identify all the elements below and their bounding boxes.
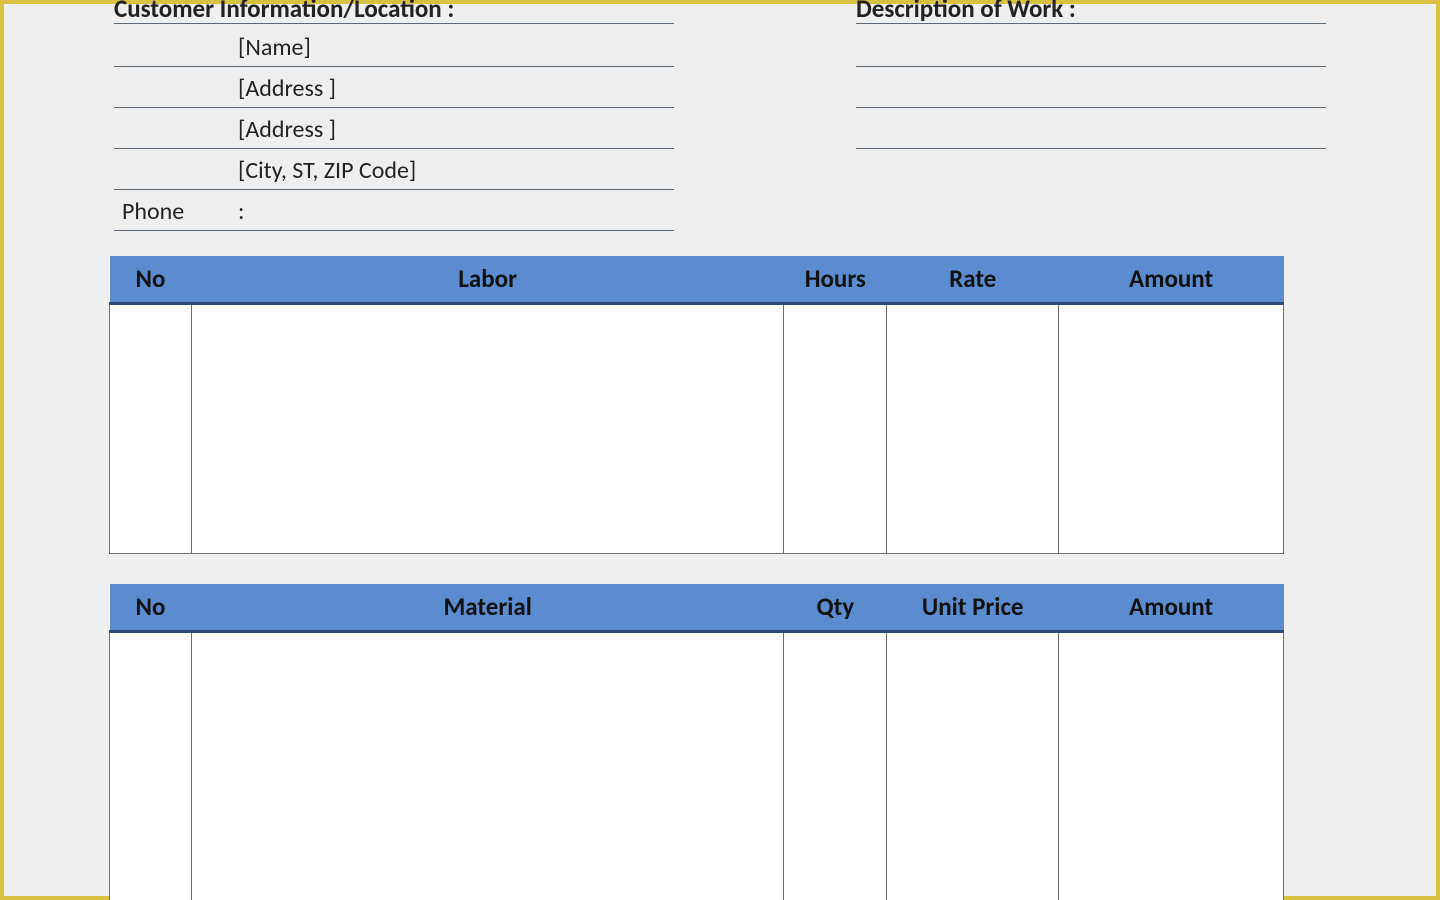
material-cell-amount[interactable] [1059,631,1284,900]
customer-address1-line[interactable]: [Address ] [114,67,674,108]
work-line-2[interactable] [856,67,1326,108]
work-line-3[interactable] [856,108,1326,149]
customer-phone-colon: : [238,197,244,226]
labor-header-hours: Hours [784,256,887,303]
material-body-row [110,631,1284,900]
customer-name-line[interactable]: [Name] [114,26,674,67]
customer-info-heading: Customer Information/Location : [114,0,674,24]
material-cell-unitprice[interactable] [887,631,1059,900]
material-header-material: Material [191,584,783,631]
material-header-row: No Material Qty Unit Price Amount [110,584,1284,631]
customer-info-block: Customer Information/Location : [Name] [… [114,4,674,231]
material-cell-qty[interactable] [784,631,887,900]
material-cell-no[interactable] [110,631,192,900]
document-frame: Customer Information/Location : [Name] [… [0,0,1440,900]
info-row: Customer Information/Location : [Name] [… [4,4,1436,231]
customer-address1-placeholder: [Address ] [238,74,336,103]
labor-cell-hours[interactable] [784,303,887,554]
material-header-qty: Qty [784,584,887,631]
work-line-1[interactable] [856,26,1326,67]
material-header-unitprice: Unit Price [887,584,1059,631]
customer-citystzip-placeholder: [City, ST, ZIP Code] [238,156,416,185]
material-table: No Material Qty Unit Price Amount [109,584,1284,900]
customer-address2-placeholder: [Address ] [238,115,336,144]
work-description-block: Description of Work : [856,4,1326,231]
customer-phone-label: Phone [122,197,238,226]
labor-header-rate: Rate [887,256,1059,303]
labor-header-row: No Labor Hours Rate Amount [110,256,1284,303]
document-content: Customer Information/Location : [Name] [… [4,4,1436,896]
customer-address2-line[interactable]: [Address ] [114,108,674,149]
material-header-amount: Amount [1059,584,1284,631]
labor-header-amount: Amount [1059,256,1284,303]
customer-phone-line[interactable]: Phone : [114,190,674,231]
work-description-heading: Description of Work : [856,0,1326,24]
labor-cell-amount[interactable] [1059,303,1284,554]
labor-cell-desc[interactable] [191,303,783,554]
labor-body-row [110,303,1284,554]
customer-name-placeholder: [Name] [238,33,311,62]
labor-header-labor: Labor [191,256,783,303]
material-header-no: No [110,584,192,631]
labor-cell-rate[interactable] [887,303,1059,554]
labor-header-no: No [110,256,192,303]
customer-citystzip-line[interactable]: [City, ST, ZIP Code] [114,149,674,190]
labor-cell-no[interactable] [110,303,192,554]
material-cell-desc[interactable] [191,631,783,900]
labor-table: No Labor Hours Rate Amount [109,256,1284,554]
